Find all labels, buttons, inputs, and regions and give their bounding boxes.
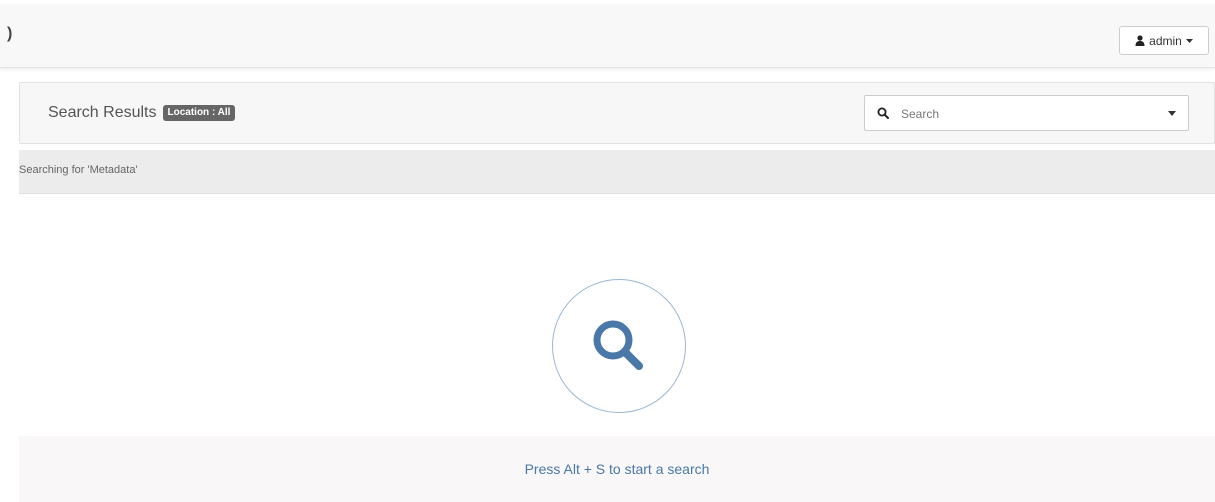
user-menu-button[interactable]: admin [1119,26,1209,55]
hint-bar: Press Alt + S to start a search [19,436,1215,502]
search-hint-text: Press Alt + S to start a search [524,461,710,477]
user-icon [1135,35,1145,46]
status-strip: Searching for 'Metadata' [19,150,1215,194]
results-header-panel: Search Results Location : All [19,82,1215,144]
results-title-text: Search Results [48,104,157,121]
search-box[interactable] [864,95,1189,131]
location-badge[interactable]: Location : All [162,105,236,121]
results-title: Search Results Location : All [48,103,236,123]
search-icon [593,320,643,370]
top-navbar: ) admin [0,4,1215,68]
user-menu-label: admin [1149,33,1182,48]
caret-down-icon [1185,38,1193,43]
search-input[interactable] [901,103,1151,125]
nav-edge-glyph: ) [7,25,13,42]
search-icon [877,107,889,119]
empty-state-circle [552,279,686,413]
search-page: ) admin Search Results Location : All Se… [0,0,1215,502]
search-status-text: Searching for 'Metadata' [19,164,138,176]
caret-down-icon[interactable] [1168,111,1176,116]
